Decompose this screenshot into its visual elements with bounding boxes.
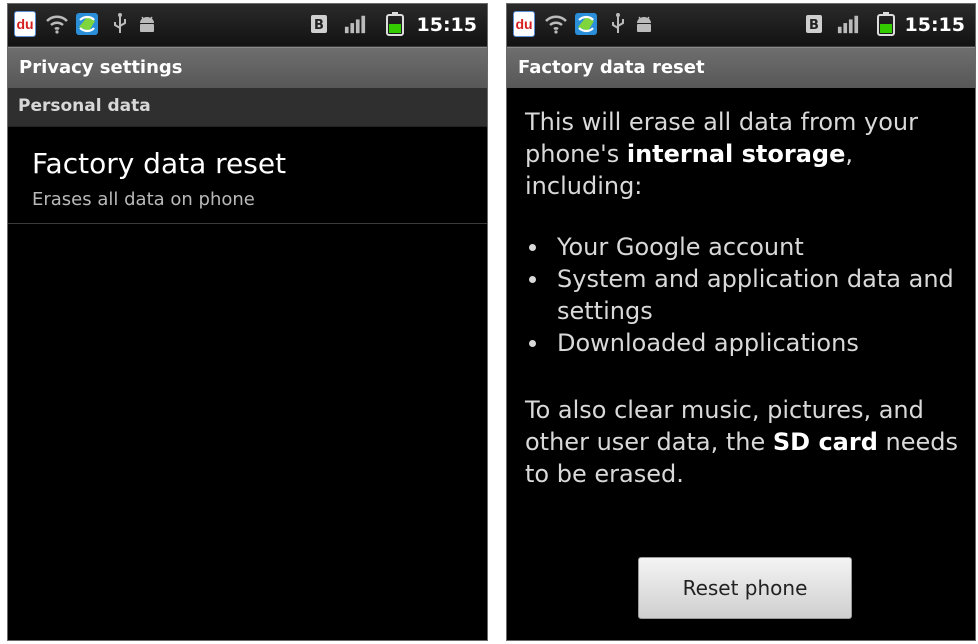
android-debug-icon [633,13,655,35]
usb-icon [607,13,629,35]
svg-text:B: B [809,18,819,33]
pref-item-summary: Erases all data on phone [32,189,255,210]
status-clock: 15:15 [904,14,965,36]
sd-card-paragraph: To also clear music, pictures, and other… [525,394,965,490]
bullet-icon [529,340,536,347]
battery-icon [384,12,406,36]
sync-app-icon [575,13,597,35]
notification-b-icon: B [803,13,825,35]
du-app-icon: du [14,11,36,37]
title-bar: Factory data reset [507,47,975,88]
sd-card-emphasis: SD card [772,428,878,456]
svg-text:B: B [314,18,324,33]
signal-icon [837,13,859,35]
android-debug-icon [136,13,158,35]
status-bar: du B 15:15 [507,4,975,47]
section-title: Personal data [18,96,151,116]
title-bar: Privacy settings [8,47,487,88]
usb-icon [109,13,131,35]
battery-icon [875,12,897,36]
list-item: Your Google account [525,231,965,263]
wifi-icon [46,13,68,35]
factory-reset-screen: du B 15:15 Factory data reset This will … [506,3,976,641]
section-header: Personal data [8,88,487,127]
notification-b-icon: B [308,13,330,35]
bullet-icon [529,244,536,251]
status-bar: du B 15:15 [8,4,487,47]
signal-icon [344,13,366,35]
pref-item-title: Factory data reset [32,147,287,180]
internal-storage-emphasis: internal storage [626,140,846,168]
wifi-icon [545,13,567,35]
page-title: Privacy settings [19,57,183,78]
privacy-settings-screen: du B 15:15 Privacy settings Personal dat… [7,3,488,641]
status-clock: 15:15 [416,14,477,36]
erase-list: Your Google account System and applicati… [525,231,965,359]
page-title: Factory data reset [518,57,705,78]
warning-paragraph: This will erase all data from your phone… [525,106,965,202]
list-item: System and application data and settings [525,263,965,327]
factory-data-reset-item[interactable]: Factory data reset Erases all data on ph… [8,127,487,224]
list-item: Downloaded applications [525,327,965,359]
du-app-icon: du [513,11,535,37]
reset-phone-button[interactable]: Reset phone [638,557,852,619]
sync-app-icon [76,13,98,35]
bullet-icon [529,276,536,283]
